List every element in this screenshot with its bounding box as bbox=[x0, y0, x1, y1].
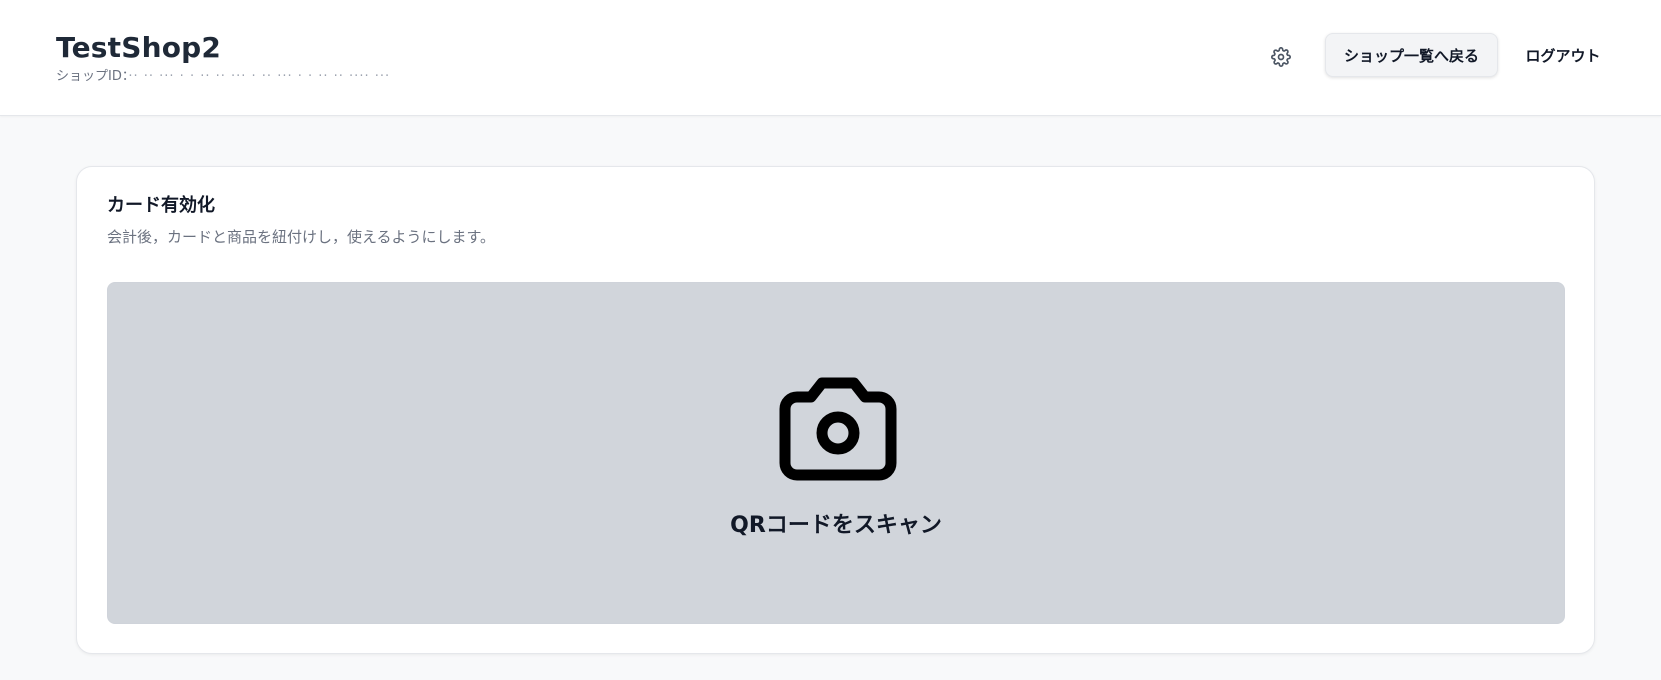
card-activation-panel: カード有効化 会計後，カードと商品を紐付けし，使えるようにします。 QRコードを… bbox=[76, 166, 1595, 654]
scan-qr-label: QRコードをスキャン bbox=[730, 513, 942, 538]
card-description: 会計後，カードと商品を紐付けし，使えるようにします。 bbox=[107, 228, 496, 246]
shop-id-value: ·· ·· ··· · · ·· ·· ··· · ·· ··· · · ·· … bbox=[128, 69, 391, 84]
back-to-shop-list-button[interactable]: ショップ一覧へ戻る bbox=[1325, 33, 1498, 77]
shop-id: ショップID：·· ·· ··· · · ·· ·· ··· · ·· ··· … bbox=[56, 68, 390, 86]
shop-name: TestShop2 bbox=[56, 31, 222, 64]
qr-scan-area[interactable]: QRコードをスキャン bbox=[107, 282, 1565, 624]
camera-icon bbox=[779, 377, 897, 481]
settings-button[interactable] bbox=[1268, 44, 1294, 70]
gear-icon bbox=[1271, 47, 1291, 67]
shop-id-label: ショップID： bbox=[56, 69, 129, 84]
top-header: TestShop2 ショップID：·· ·· ··· · · ·· ·· ···… bbox=[0, 0, 1661, 116]
logout-button[interactable]: ログアウト bbox=[1518, 33, 1608, 77]
card-title: カード有効化 bbox=[107, 195, 215, 216]
